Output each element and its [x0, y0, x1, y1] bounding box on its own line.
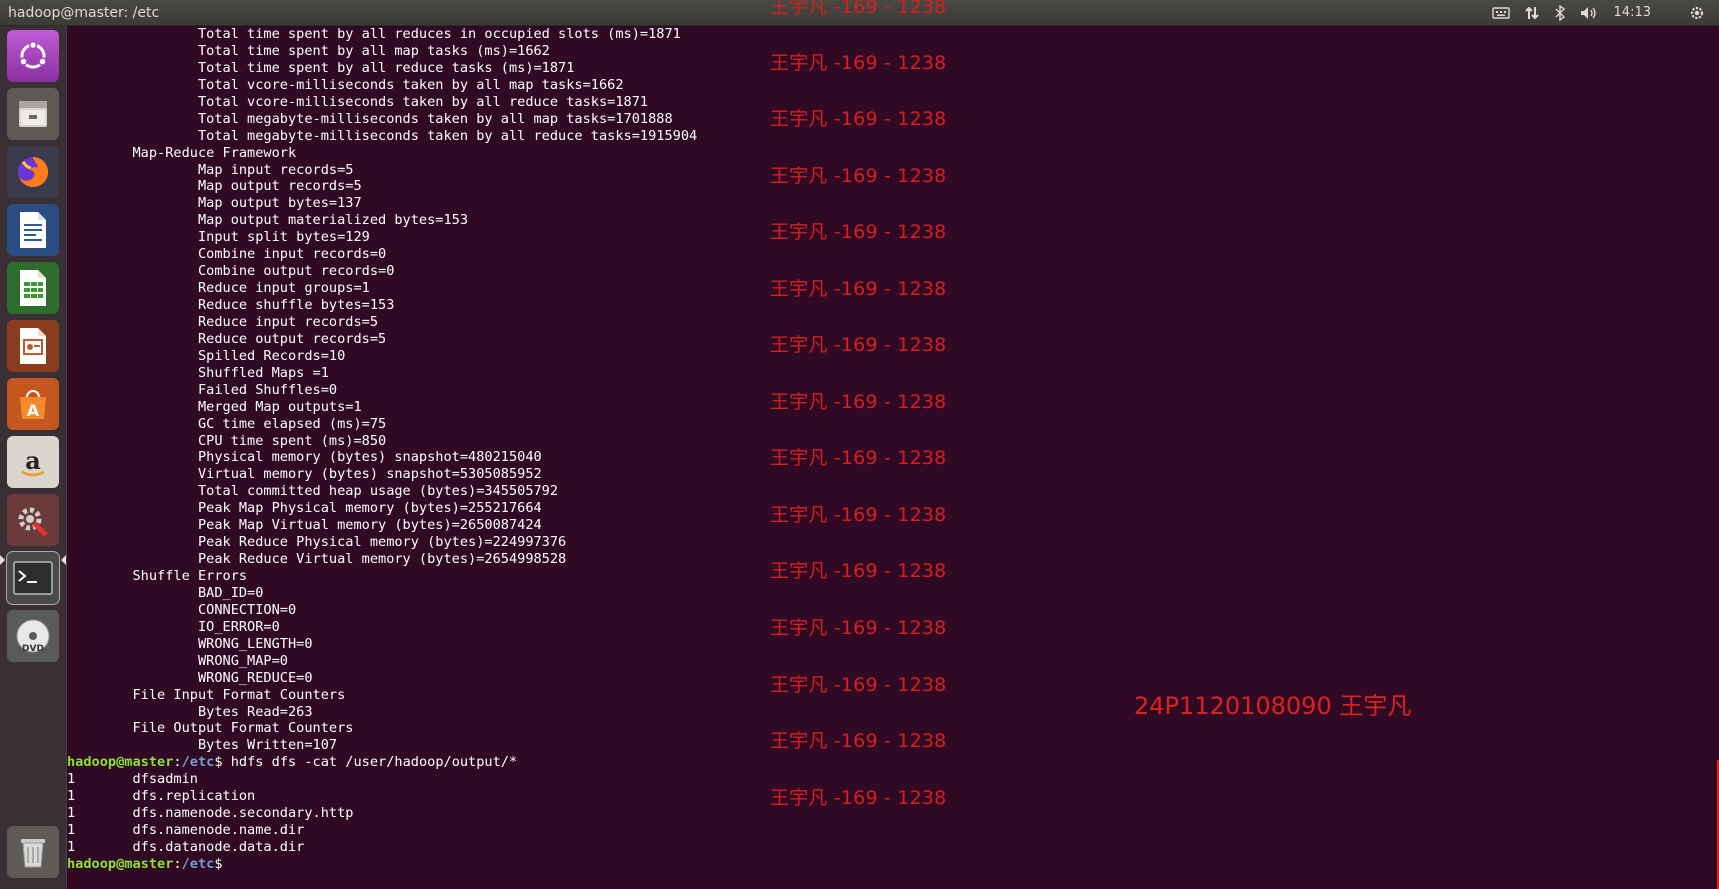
watermark-text: 王宇凡 -169 - 1238: [770, 108, 947, 130]
shell-prompt-line: hadoop@master:/etc$: [67, 856, 1719, 873]
bluetooth-icon[interactable]: [1554, 3, 1566, 23]
watermark-text: 王宇凡 -169 - 1238: [770, 391, 947, 413]
terminal-line: BAD_ID=0: [67, 584, 264, 601]
prompt-separator: :: [173, 754, 182, 771]
watermark-text: 王宇凡 -169 - 1238: [770, 334, 947, 356]
watermark-text: 王宇凡 -169 - 1238: [770, 0, 947, 18]
keyboard-icon[interactable]: [1491, 3, 1510, 23]
prompt-symbol: $: [214, 855, 223, 872]
terminal-line: Combine input records=0: [67, 246, 387, 263]
terminal-line: WRONG_MAP=0: [67, 652, 288, 669]
svg-text:A: A: [27, 401, 40, 420]
watermark-text: 王宇凡 -169 - 1238: [770, 221, 947, 243]
terminal-line: 1 dfs.namenode.name.dir: [67, 822, 305, 839]
prompt-user: hadoop@master: [67, 855, 174, 872]
terminal-line: Map-Reduce Framework: [67, 144, 297, 161]
settings-icon[interactable]: [7, 494, 59, 546]
terminal-line: Map output bytes=137: [67, 195, 362, 212]
student-id-watermark: 24P1120108090 王宇凡: [1134, 692, 1412, 720]
terminal-icon[interactable]: [6, 551, 60, 605]
running-indicator: [0, 555, 5, 565]
volume-icon[interactable]: [1580, 3, 1598, 23]
watermark-text: 王宇凡 -169 - 1238: [770, 504, 947, 526]
watermark-text: 王宇凡 -169 - 1238: [770, 617, 947, 639]
watermark-text: 王宇凡 -169 - 1238: [770, 730, 947, 752]
terminal-line: Peak Reduce Physical memory (bytes)=2249…: [67, 534, 567, 551]
watermark-text: 王宇凡 -169 - 1238: [770, 52, 947, 74]
amazon-icon[interactable]: a: [7, 436, 59, 488]
prompt-path: /etc: [181, 855, 215, 872]
calc-icon[interactable]: [7, 262, 59, 314]
watermark-text: 王宇凡 -169 - 1238: [770, 447, 947, 469]
launcher: A a DVD: [0, 26, 67, 889]
terminal-line: Bytes Read=263: [67, 703, 313, 720]
prompt-command: hdfs dfs -cat /user/hadoop/output/*: [230, 754, 518, 771]
watermark-text: 王宇凡 -169 - 1238: [770, 674, 947, 696]
impress-icon[interactable]: [7, 320, 59, 372]
clock[interactable]: 14:13: [1614, 3, 1651, 23]
svg-text:a: a: [25, 446, 41, 475]
window-title: hadoop@master: /etc: [8, 4, 160, 21]
trash-icon[interactable]: [7, 826, 59, 878]
firefox-icon[interactable]: [7, 146, 59, 198]
watermark-text: 王宇凡 -169 - 1238: [770, 165, 947, 187]
terminal-line: GC time elapsed (ms)=75: [67, 415, 387, 432]
gear-icon[interactable]: [1689, 3, 1705, 23]
prompt-symbol: $: [214, 754, 231, 771]
watermark-text: 王宇凡 -169 - 1238: [770, 278, 947, 300]
prompt-path: /etc: [181, 754, 215, 771]
terminal-line: Total committed heap usage (bytes)=34550…: [67, 483, 559, 500]
terminal-line: Reduce input records=5: [67, 313, 379, 330]
shell-prompt-line: hadoop@master:/etc$ hdfs dfs -cat /user/…: [67, 754, 1719, 771]
files-icon[interactable]: [7, 88, 59, 140]
terminal-line: Total time spent by all reduces in occup…: [67, 26, 681, 42]
svg-text:DVD: DVD: [22, 644, 44, 654]
terminal-line: Shuffled Maps =1: [67, 364, 329, 381]
indicator-area: 14:13: [1491, 3, 1705, 23]
dvd-icon[interactable]: DVD: [7, 610, 59, 662]
network-icon[interactable]: [1524, 3, 1540, 23]
prompt-user: hadoop@master: [67, 754, 174, 771]
writer-icon[interactable]: [7, 204, 59, 256]
terminal-line: Total vcore-milliseconds taken by all ma…: [67, 76, 624, 93]
focused-indicator: [61, 555, 66, 565]
prompt-separator: :: [173, 855, 182, 872]
ubuntu-dash-icon[interactable]: [7, 30, 59, 82]
watermark-text: 王宇凡 -169 - 1238: [770, 787, 947, 809]
watermark-text: 王宇凡 -169 - 1238: [770, 560, 947, 582]
terminal-line: 1 dfs.datanode.data.dir: [67, 839, 305, 855]
software-center-icon[interactable]: A: [7, 378, 59, 430]
